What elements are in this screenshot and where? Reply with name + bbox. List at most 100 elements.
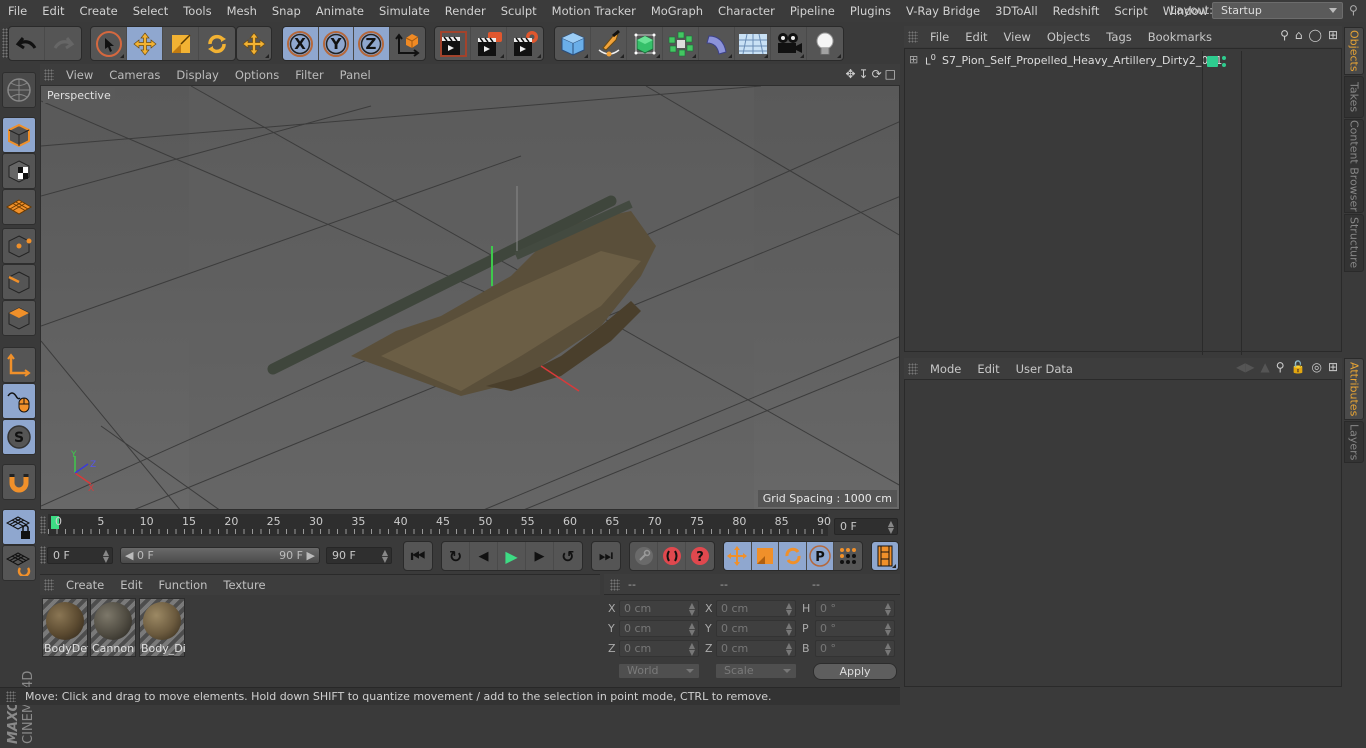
- render-view-button[interactable]: [435, 27, 471, 60]
- recent-tool-button[interactable]: [237, 27, 271, 60]
- material-menu-function[interactable]: Function: [151, 578, 216, 592]
- home-icon[interactable]: ⌂: [1295, 28, 1303, 42]
- end-frame-field[interactable]: 90 F ▲ ▼: [326, 547, 392, 564]
- axis-mode-button[interactable]: [2, 347, 36, 383]
- cube-button[interactable]: [555, 27, 591, 60]
- up-arrow-icon[interactable]: ▲: [1260, 360, 1269, 374]
- eye-icon[interactable]: ◯: [1309, 28, 1322, 42]
- menu-animate[interactable]: Animate: [308, 4, 371, 18]
- previous-frame-button[interactable]: ◀: [470, 542, 498, 570]
- menu-character[interactable]: Character: [710, 4, 782, 18]
- menu-mesh[interactable]: Mesh: [219, 4, 264, 18]
- panel-grip[interactable]: [44, 579, 54, 591]
- side-tab-objects[interactable]: Objects: [1344, 27, 1364, 75]
- menu-snap[interactable]: Snap: [264, 4, 308, 18]
- snap-button[interactable]: S: [2, 419, 36, 455]
- timeline-grip[interactable]: [40, 516, 46, 534]
- menu-select[interactable]: Select: [125, 4, 175, 18]
- material-swatch[interactable]: Cannon: [90, 598, 136, 657]
- side-tab-attributes[interactable]: Attributes: [1344, 358, 1364, 420]
- panel-grip[interactable]: [908, 30, 918, 43]
- attributes-menu-edit[interactable]: Edit: [969, 362, 1007, 376]
- menu-sculpt[interactable]: Sculpt: [493, 4, 544, 18]
- menu-pipeline[interactable]: Pipeline: [782, 4, 842, 18]
- layout-dropdown[interactable]: Startup: [1212, 2, 1343, 19]
- workplane-align-button[interactable]: [2, 545, 36, 581]
- search-icon[interactable]: ⚲: [1276, 360, 1285, 374]
- next-frame-button[interactable]: ▶: [526, 542, 554, 570]
- bend-deformer-button[interactable]: [699, 27, 735, 60]
- material-swatch[interactable]: BodyDet: [42, 598, 88, 657]
- coordinate-mode-dropdown[interactable]: World: [618, 663, 700, 679]
- objects-menu-file[interactable]: File: [922, 30, 957, 44]
- rotation-p-field[interactable]: 0 ° ▲ ▼: [815, 620, 895, 637]
- viewport-menu-view[interactable]: View: [58, 68, 101, 82]
- viewport-menu-cameras[interactable]: Cameras: [101, 68, 168, 82]
- material-menu-create[interactable]: Create: [58, 578, 112, 592]
- material-swatch[interactable]: Body_Di: [139, 598, 185, 657]
- parameter-key-toggle[interactable]: P: [806, 542, 835, 570]
- viewport-dolly-icon[interactable]: ↧: [859, 67, 869, 81]
- rotation-b-field[interactable]: 0 ° ▲ ▼: [815, 640, 895, 657]
- start-frame-field[interactable]: 0 F ▲ ▼: [47, 547, 113, 564]
- size-y-field[interactable]: 0 cm ▲ ▼: [716, 620, 796, 637]
- menu-vray-bridge[interactable]: V-Ray Bridge: [898, 4, 987, 18]
- previous-key-button[interactable]: ↻: [442, 542, 470, 570]
- size-mode-dropdown[interactable]: Scale: [715, 663, 797, 679]
- current-frame-field[interactable]: 0 F ▲ ▼: [834, 518, 898, 535]
- expand-icon[interactable]: ⊞: [909, 53, 918, 66]
- menu-motion-tracker[interactable]: Motion Tracker: [544, 4, 643, 18]
- menu-tools[interactable]: Tools: [175, 4, 218, 18]
- menu-redshift[interactable]: Redshift: [1045, 4, 1107, 18]
- scale-key-toggle[interactable]: [751, 542, 780, 570]
- attributes-menu-mode[interactable]: Mode: [922, 362, 969, 376]
- x-axis-toggle[interactable]: X: [283, 27, 319, 60]
- make-editable-button[interactable]: [2, 72, 36, 108]
- viewport-maximize-icon[interactable]: □: [885, 67, 896, 81]
- side-tab-structure[interactable]: Structure: [1344, 214, 1364, 272]
- menu-simulate[interactable]: Simulate: [371, 4, 437, 18]
- subdivision-surface-button[interactable]: [627, 27, 663, 60]
- editor-visibility-dot[interactable]: [1222, 56, 1226, 60]
- viewport-menu-panel[interactable]: Panel: [332, 68, 379, 82]
- range-left-arrow[interactable]: ◀: [125, 549, 133, 562]
- menu-file[interactable]: File: [0, 4, 34, 18]
- redo-button[interactable]: [45, 27, 81, 60]
- layer-color-swatch[interactable]: [1207, 56, 1218, 67]
- viewport-pan-icon[interactable]: ✥: [845, 67, 855, 81]
- range-right-arrow[interactable]: ▶: [307, 549, 315, 562]
- live-selection-button[interactable]: [91, 27, 127, 60]
- rotation-key-toggle[interactable]: [779, 542, 807, 570]
- render-to-picture-viewer-button[interactable]: [471, 27, 507, 60]
- menu-script[interactable]: Script: [1106, 4, 1154, 18]
- objects-menu-objects[interactable]: Objects: [1039, 30, 1098, 44]
- coordinate-system-button[interactable]: [390, 27, 425, 60]
- target-icon[interactable]: ◎: [1311, 360, 1321, 374]
- viewport-menu-options[interactable]: Options: [227, 68, 287, 82]
- timeline-ruler[interactable]: 0 5 10 15 20 25 30 35 40 45 50 55 60 65 70 75 80 85 90: [48, 514, 831, 536]
- menu-edit[interactable]: Edit: [34, 4, 71, 18]
- apply-button[interactable]: Apply: [813, 663, 897, 680]
- light-button[interactable]: [807, 27, 843, 60]
- pen-spline-button[interactable]: [591, 27, 627, 60]
- cloner-button[interactable]: [663, 27, 699, 60]
- workplane-mode-button[interactable]: [2, 189, 36, 225]
- rotate-tool-button[interactable]: [199, 27, 235, 60]
- goto-start-button[interactable]: ⏮: [404, 542, 432, 570]
- position-x-field[interactable]: 0 cm ▲ ▼: [619, 600, 699, 617]
- objects-menu-tags[interactable]: Tags: [1098, 30, 1139, 44]
- position-key-toggle[interactable]: [724, 542, 752, 570]
- menu-mograph[interactable]: MoGraph: [643, 4, 710, 18]
- texture-mode-button[interactable]: [2, 153, 36, 189]
- object-row[interactable]: ⊞ L0 S7_Pion_Self_Propelled_Heavy_Artill…: [905, 51, 1341, 355]
- move-tool-button[interactable]: [127, 27, 163, 60]
- edges-mode-button[interactable]: [2, 264, 36, 300]
- floor-button[interactable]: [735, 27, 771, 60]
- lock-workplane-button[interactable]: [2, 509, 36, 545]
- motion-path-button[interactable]: [630, 542, 658, 570]
- menu-render[interactable]: Render: [437, 4, 493, 18]
- search-icon[interactable]: ⚲: [1349, 3, 1358, 17]
- timeline-window-button[interactable]: [872, 542, 898, 570]
- position-z-field[interactable]: 0 cm ▲ ▼: [619, 640, 699, 657]
- new-panel-icon[interactable]: ⊞: [1328, 28, 1338, 42]
